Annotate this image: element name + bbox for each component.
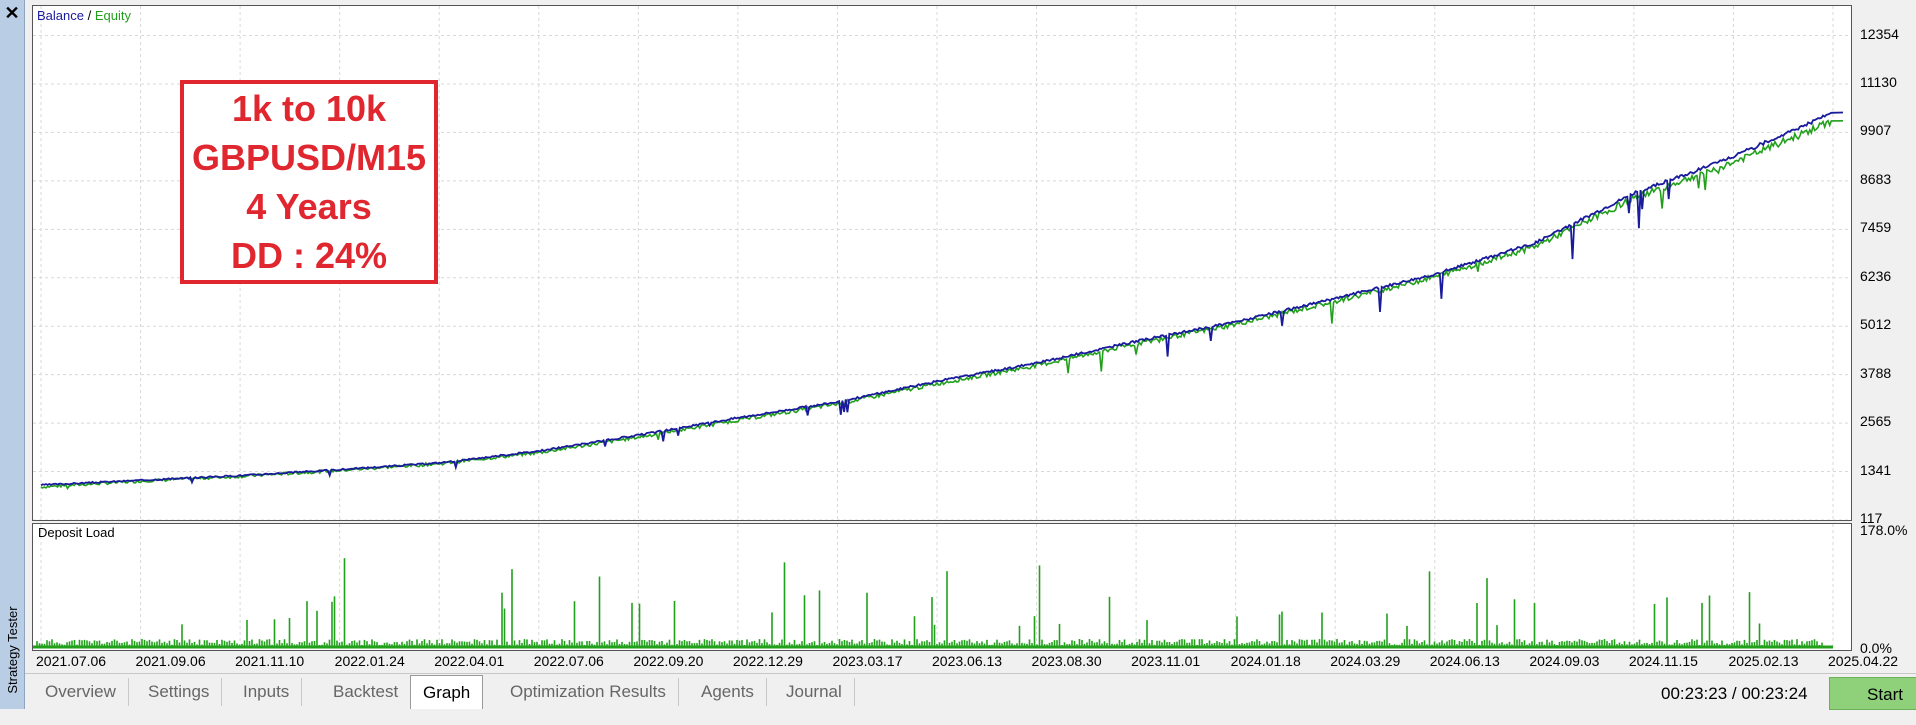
annotation-box: 1k to 10k GBPUSD/M15 4 Years DD : 24% [180, 80, 438, 284]
tab-agents[interactable]: Agents [689, 678, 767, 706]
y-tick-label: 6236 [1860, 267, 1892, 284]
x-tick-label: 2022.07.06 [533, 653, 604, 669]
panel-title: Strategy Tester [5, 606, 20, 694]
annotation-line: DD : 24% [230, 235, 388, 276]
legend-balance: Balance [37, 8, 84, 23]
y-tick-label: 2565 [1860, 413, 1892, 430]
x-tick-label: 2024.11.15 [1628, 653, 1698, 669]
x-tick-label: 2025.02.13 [1728, 653, 1799, 669]
x-tick-label: 2024.09.03 [1529, 653, 1600, 669]
y-tick-label: 8683 [1860, 170, 1892, 187]
deposit-max-label: 178.0% [1860, 522, 1908, 538]
side-panel: ✕ Strategy Tester [0, 0, 25, 709]
tab-bar: Overview Settings Inputs Backtest Graph … [25, 673, 1916, 710]
tab-graph[interactable]: Graph [410, 675, 484, 709]
x-tick-label: 2023.06.13 [932, 653, 1003, 669]
x-tick-label: 2023.03.17 [832, 653, 903, 669]
x-tick-label: 2021.11.10 [235, 653, 305, 669]
elapsed-timer: 00:23:23 / 00:23:24 [1661, 684, 1808, 703]
y-tick-label: 11130 [1860, 73, 1897, 90]
x-tick-label: 2023.08.30 [1031, 653, 1102, 669]
chart-legend: Balance / Equity [37, 8, 131, 23]
y-tick-label: 5012 [1860, 316, 1892, 333]
x-tick-label: 2021.09.06 [135, 653, 206, 669]
x-tick-label: 2023.11.01 [1131, 653, 1201, 669]
tab-backtest[interactable]: Backtest [321, 678, 412, 706]
deposit-load-chart [32, 523, 1852, 651]
tab-optimization-results[interactable]: Optimization Results [498, 678, 679, 706]
annotation-line: 1k to 10k [231, 88, 387, 129]
x-tick-label: 2022.04.01 [434, 653, 505, 669]
annotation-line: GBPUSD/M15 [191, 137, 427, 178]
x-tick-label: 2025.04.22 [1828, 653, 1899, 669]
tab-inputs[interactable]: Inputs [231, 678, 303, 706]
deposit-load-label: Deposit Load [38, 525, 115, 540]
x-tick-label: 2022.12.29 [732, 653, 803, 669]
y-tick-label: 3788 [1860, 364, 1892, 381]
y-tick-label: 1341 [1860, 461, 1892, 478]
legend-equity: Equity [94, 8, 131, 23]
close-icon[interactable]: ✕ [2, 3, 22, 23]
legend-separator: / [87, 8, 92, 23]
x-tick-label: 2022.09.20 [633, 653, 704, 669]
x-tick-label: 2024.06.13 [1429, 653, 1500, 669]
tab-settings[interactable]: Settings [136, 678, 223, 706]
x-tick-label: 2022.01.24 [334, 653, 405, 669]
y-tick-label: 9907 [1860, 122, 1892, 139]
y-tick-label: 7459 [1860, 219, 1892, 236]
x-tick-label: 2024.01.18 [1230, 653, 1301, 669]
y-tick-label: 12354 [1860, 25, 1899, 42]
x-tick-label: 2021.07.06 [36, 653, 107, 669]
tab-journal[interactable]: Journal [774, 678, 855, 706]
annotation-line: 4 Years [246, 186, 372, 227]
start-button[interactable]: Start [1829, 677, 1916, 710]
tab-overview[interactable]: Overview [33, 678, 129, 706]
x-tick-label: 2024.03.29 [1330, 653, 1401, 669]
